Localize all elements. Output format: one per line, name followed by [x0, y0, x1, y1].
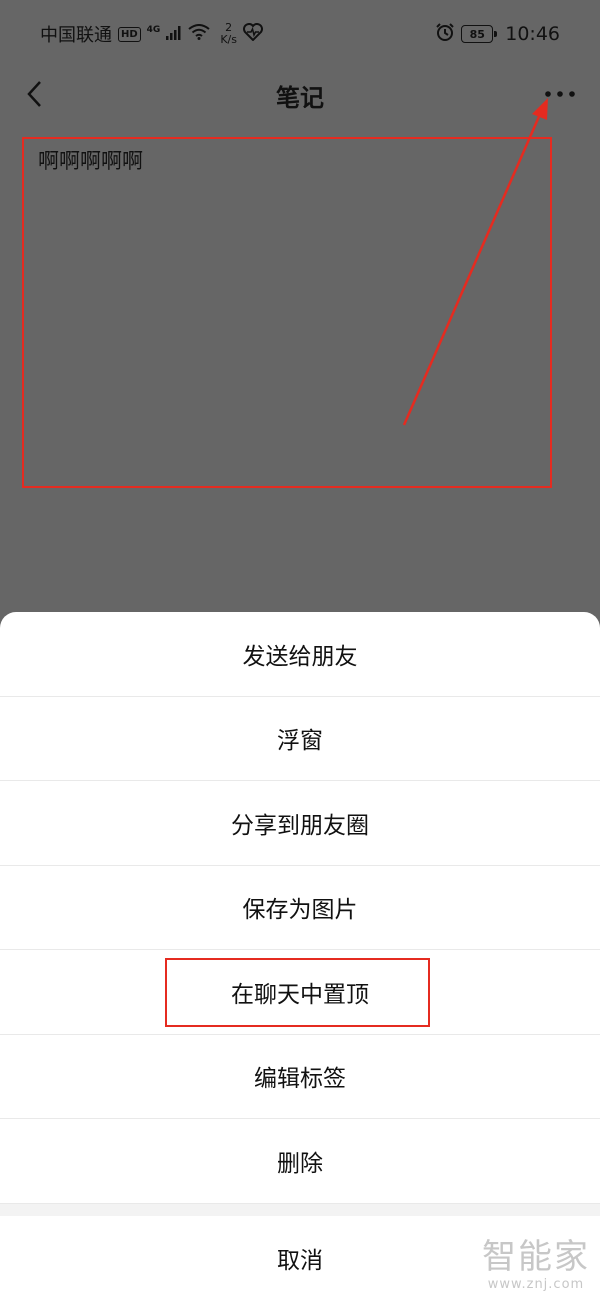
hd-badge: HD [118, 26, 141, 42]
watermark-brand: 智能家 [482, 1237, 590, 1277]
network-speed: 2 K/s [220, 22, 237, 46]
alarm-icon [435, 22, 455, 47]
status-right: 85 10:46 [435, 22, 560, 47]
menu-item-floating-window[interactable]: 浮窗 [0, 697, 600, 781]
more-dots-icon [545, 91, 575, 97]
menu-item-share-moments[interactable]: 分享到朋友圈 [0, 781, 600, 866]
speed-unit: K/s [220, 33, 237, 46]
menu-item-delete[interactable]: 删除 [0, 1119, 600, 1204]
carrier-label: 中国联通 [40, 25, 112, 46]
note-text: 啊啊啊啊啊 [38, 149, 143, 173]
watermark-url: www.znj.com [487, 1277, 585, 1292]
title-bar: 笔记 [0, 68, 600, 122]
sheet-divider [0, 1203, 600, 1216]
clock: 10:46 [505, 23, 560, 45]
wifi-icon [188, 23, 210, 45]
more-options-button[interactable] [540, 74, 580, 114]
battery-icon: 85 [461, 25, 498, 43]
note-content-area[interactable]: 啊啊啊啊啊 [38, 145, 538, 475]
menu-item-save-as-image[interactable]: 保存为图片 [0, 866, 600, 950]
signal-icon [166, 24, 182, 45]
menu-item-pin-in-chat[interactable]: 在聊天中置顶 [0, 950, 600, 1035]
network-type: 4G [146, 25, 161, 35]
status-left: 中国联通 HD 4G 2 K/s [40, 21, 263, 47]
health-heart-icon [242, 22, 263, 46]
page-title: 笔记 [276, 84, 324, 112]
watermark-logo: 智能家 www.znj.com [482, 1237, 590, 1292]
menu-item-edit-tags[interactable]: 编辑标签 [0, 1035, 600, 1119]
menu-item-send-to-friend[interactable]: 发送给朋友 [0, 612, 600, 697]
status-bar: 中国联通 HD 4G 2 K/s 85 10:46 [0, 0, 600, 68]
action-sheet: 发送给朋友 浮窗 分享到朋友圈 保存为图片 在聊天中置顶 编辑标签 删除 取消 [0, 612, 600, 1300]
